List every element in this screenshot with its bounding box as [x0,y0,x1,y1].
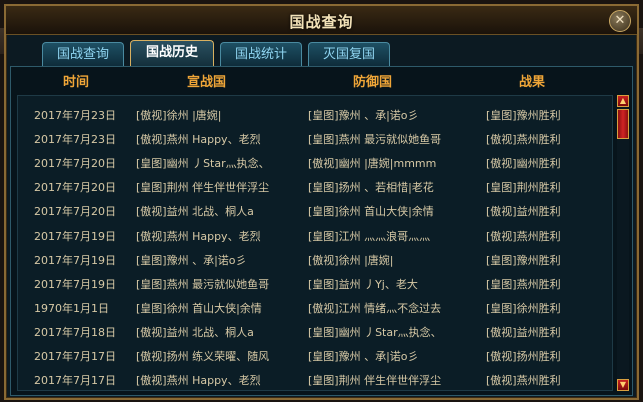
history-row: 1970年1月1日 [皇图]徐州 首山大侠|余情 [傲视]江州 情绪灬不念过去 [皇图… [18,295,612,318]
cell-time: 1970年1月1日 [34,301,109,315]
history-row: 2017年7月20日 [傲视]益州 北战、桐人a [皇图]徐州 首山大侠|余情 [傲视… [18,198,612,221]
history-row: 2017年7月19日 [皇图]燕州 最污就似她鱼哥 [皇图]益州 丿Yj、老大 [皇图… [18,271,612,294]
window-title: 国战查询 [289,13,354,31]
war-query-window: 国战查询 ✕ 国战查询 国战历史 国战统计 灭国复国 时间 宣战国 防御国 战果… [4,4,639,400]
history-row: 2017年7月20日 [皇图]幽州 丿Star灬执念、 [傲视]幽州 |唐婉|mmm… [18,150,612,173]
cell-defender: [皇图]益州 丿Yj、老大 [308,277,418,291]
close-button[interactable]: ✕ [609,10,631,32]
scroll-up-button[interactable]: ▲ [617,95,629,107]
close-icon: ✕ [614,13,626,28]
history-row: 2017年7月19日 [傲视]燕州 Happy、老烈 [皇图]江州 灬灬浪哥灬灬 [傲… [18,223,612,246]
cell-result: [傲视]幽州胜利 [486,157,561,171]
cell-defender: [傲视]徐州 |唐婉| [308,253,394,267]
cell-time: 2017年7月19日 [34,277,116,291]
cell-result: [傲视]扬州胜利 [486,350,561,363]
cell-defender: [皇图]幽州 丿Star灬执念、 [308,325,442,339]
tab-conquest-restore[interactable]: 灭国复国 [308,42,390,66]
history-list: 2017年7月23日 [傲视]徐州 |唐婉| [皇图]豫州 、承|诺o彡 [皇图]豫州… [17,95,613,391]
cell-time: 2017年7月20日 [34,181,116,195]
column-header-attacker: 宣战国 [187,75,227,90]
history-row: 2017年7月23日 [傲视]燕州 Happy、老烈 [皇图]燕州 最污就似她鱼哥 [… [18,126,612,149]
cell-attacker: [傲视]燕州 Happy、老烈 [136,133,261,147]
cell-attacker: [傲视]燕州 Happy、老烈 [136,229,261,243]
cell-attacker: [皇图]荆州 伴生伴世伴浮尘 [136,181,270,195]
cell-attacker: [傲视]益州 北战、桐人a [136,205,254,219]
tab-war-stats[interactable]: 国战统计 [220,42,302,66]
cell-time: 2017年7月19日 [34,229,116,243]
cell-defender: [皇图]豫州 、承|诺o彡 [308,350,419,363]
cell-time: 2017年7月18日 [34,325,116,339]
cell-result: [傲视]燕州胜利 [486,229,561,243]
scroll-down-button[interactable]: ▼ [617,379,629,391]
column-header-defender: 防御国 [353,75,393,90]
history-row: 2017年7月23日 [傲视]徐州 |唐婉| [皇图]豫州 、承|诺o彡 [皇图]豫州… [18,102,612,125]
scroll-thumb[interactable] [617,109,629,139]
cell-attacker: [皇图]豫州 、承|诺o彡 [136,253,247,267]
history-row: 2017年7月18日 [傲视]益州 北战、桐人a [皇图]幽州 丿Star灬执念、 [… [18,319,612,342]
cell-attacker: [傲视]益州 北战、桐人a [136,325,254,339]
cell-result: [傲视]燕州胜利 [486,133,561,147]
cell-time: 2017年7月23日 [34,109,116,122]
cell-result: [傲视]益州胜利 [486,325,561,339]
history-row: 2017年7月19日 [皇图]豫州 、承|诺o彡 [傲视]徐州 |唐婉| [皇图]豫州… [18,247,612,270]
cell-defender: [傲视]江州 情绪灬不念过去 [308,301,442,315]
cell-attacker: [傲视]扬州 练义荣曜、随风 [136,350,270,363]
cell-time: 2017年7月23日 [34,133,116,147]
cell-defender: [傲视]幽州 |唐婉|mmmm [308,157,437,171]
cell-attacker: [傲视]徐州 |唐婉| [136,109,222,122]
cell-attacker: [傲视]燕州 Happy、老烈 [136,374,261,388]
cell-defender: [皇图]徐州 首山大侠|余情 [308,205,434,219]
title-bar: 国战查询 ✕ [6,6,637,35]
column-header-row: 时间 宣战国 防御国 战果 [11,67,632,91]
cell-defender: [皇图]燕州 最污就似她鱼哥 [308,133,442,147]
cell-defender: [皇图]豫州 、承|诺o彡 [308,109,419,122]
cell-time: 2017年7月19日 [34,253,116,267]
column-header-result: 战果 [519,75,546,90]
cell-result: [皇图]燕州胜利 [486,277,561,291]
cell-time: 2017年7月17日 [34,374,116,388]
cell-defender: [皇图]江州 灬灬浪哥灬灬 [308,229,431,243]
cell-result: [傲视]益州胜利 [486,205,561,219]
cell-defender: [皇图]荆州 伴生伴世伴浮尘 [308,374,442,388]
cell-attacker: [皇图]幽州 丿Star灬执念、 [136,157,270,171]
tab-war-history[interactable]: 国战历史 [130,40,214,66]
cell-time: 2017年7月20日 [34,205,116,219]
cell-attacker: [皇图]燕州 最污就似她鱼哥 [136,277,270,291]
history-row: 2017年7月20日 [皇图]荆州 伴生伴世伴浮尘 [皇图]扬州 、若相惜|老花 [皇… [18,174,612,197]
history-row: 2017年7月17日 [傲视]扬州 练义荣曜、随风 [皇图]豫州 、承|诺o彡 [傲视… [18,343,612,366]
scrollbar[interactable]: ▲ ▼ [617,95,629,391]
cell-result: [皇图]豫州胜利 [486,109,561,122]
cell-attacker: [皇图]徐州 首山大侠|余情 [136,301,262,315]
column-header-time: 时间 [63,75,90,90]
cell-result: [傲视]燕州胜利 [486,374,561,388]
cell-result: [皇图]豫州胜利 [486,253,561,267]
tab-war-query[interactable]: 国战查询 [42,42,124,66]
cell-time: 2017年7月20日 [34,157,116,171]
cell-result: [皇图]荆州胜利 [486,181,561,195]
cell-result: [皇图]徐州胜利 [486,301,561,315]
history-row: 2017年7月17日 [傲视]燕州 Happy、老烈 [皇图]荆州 伴生伴世伴浮尘 [… [18,367,612,390]
history-panel: 时间 宣战国 防御国 战果 2017年7月23日 [傲视]徐州 |唐婉| [皇图]豫… [10,66,633,396]
cell-defender: [皇图]扬州 、若相惜|老花 [308,181,434,195]
cell-time: 2017年7月17日 [34,350,116,363]
